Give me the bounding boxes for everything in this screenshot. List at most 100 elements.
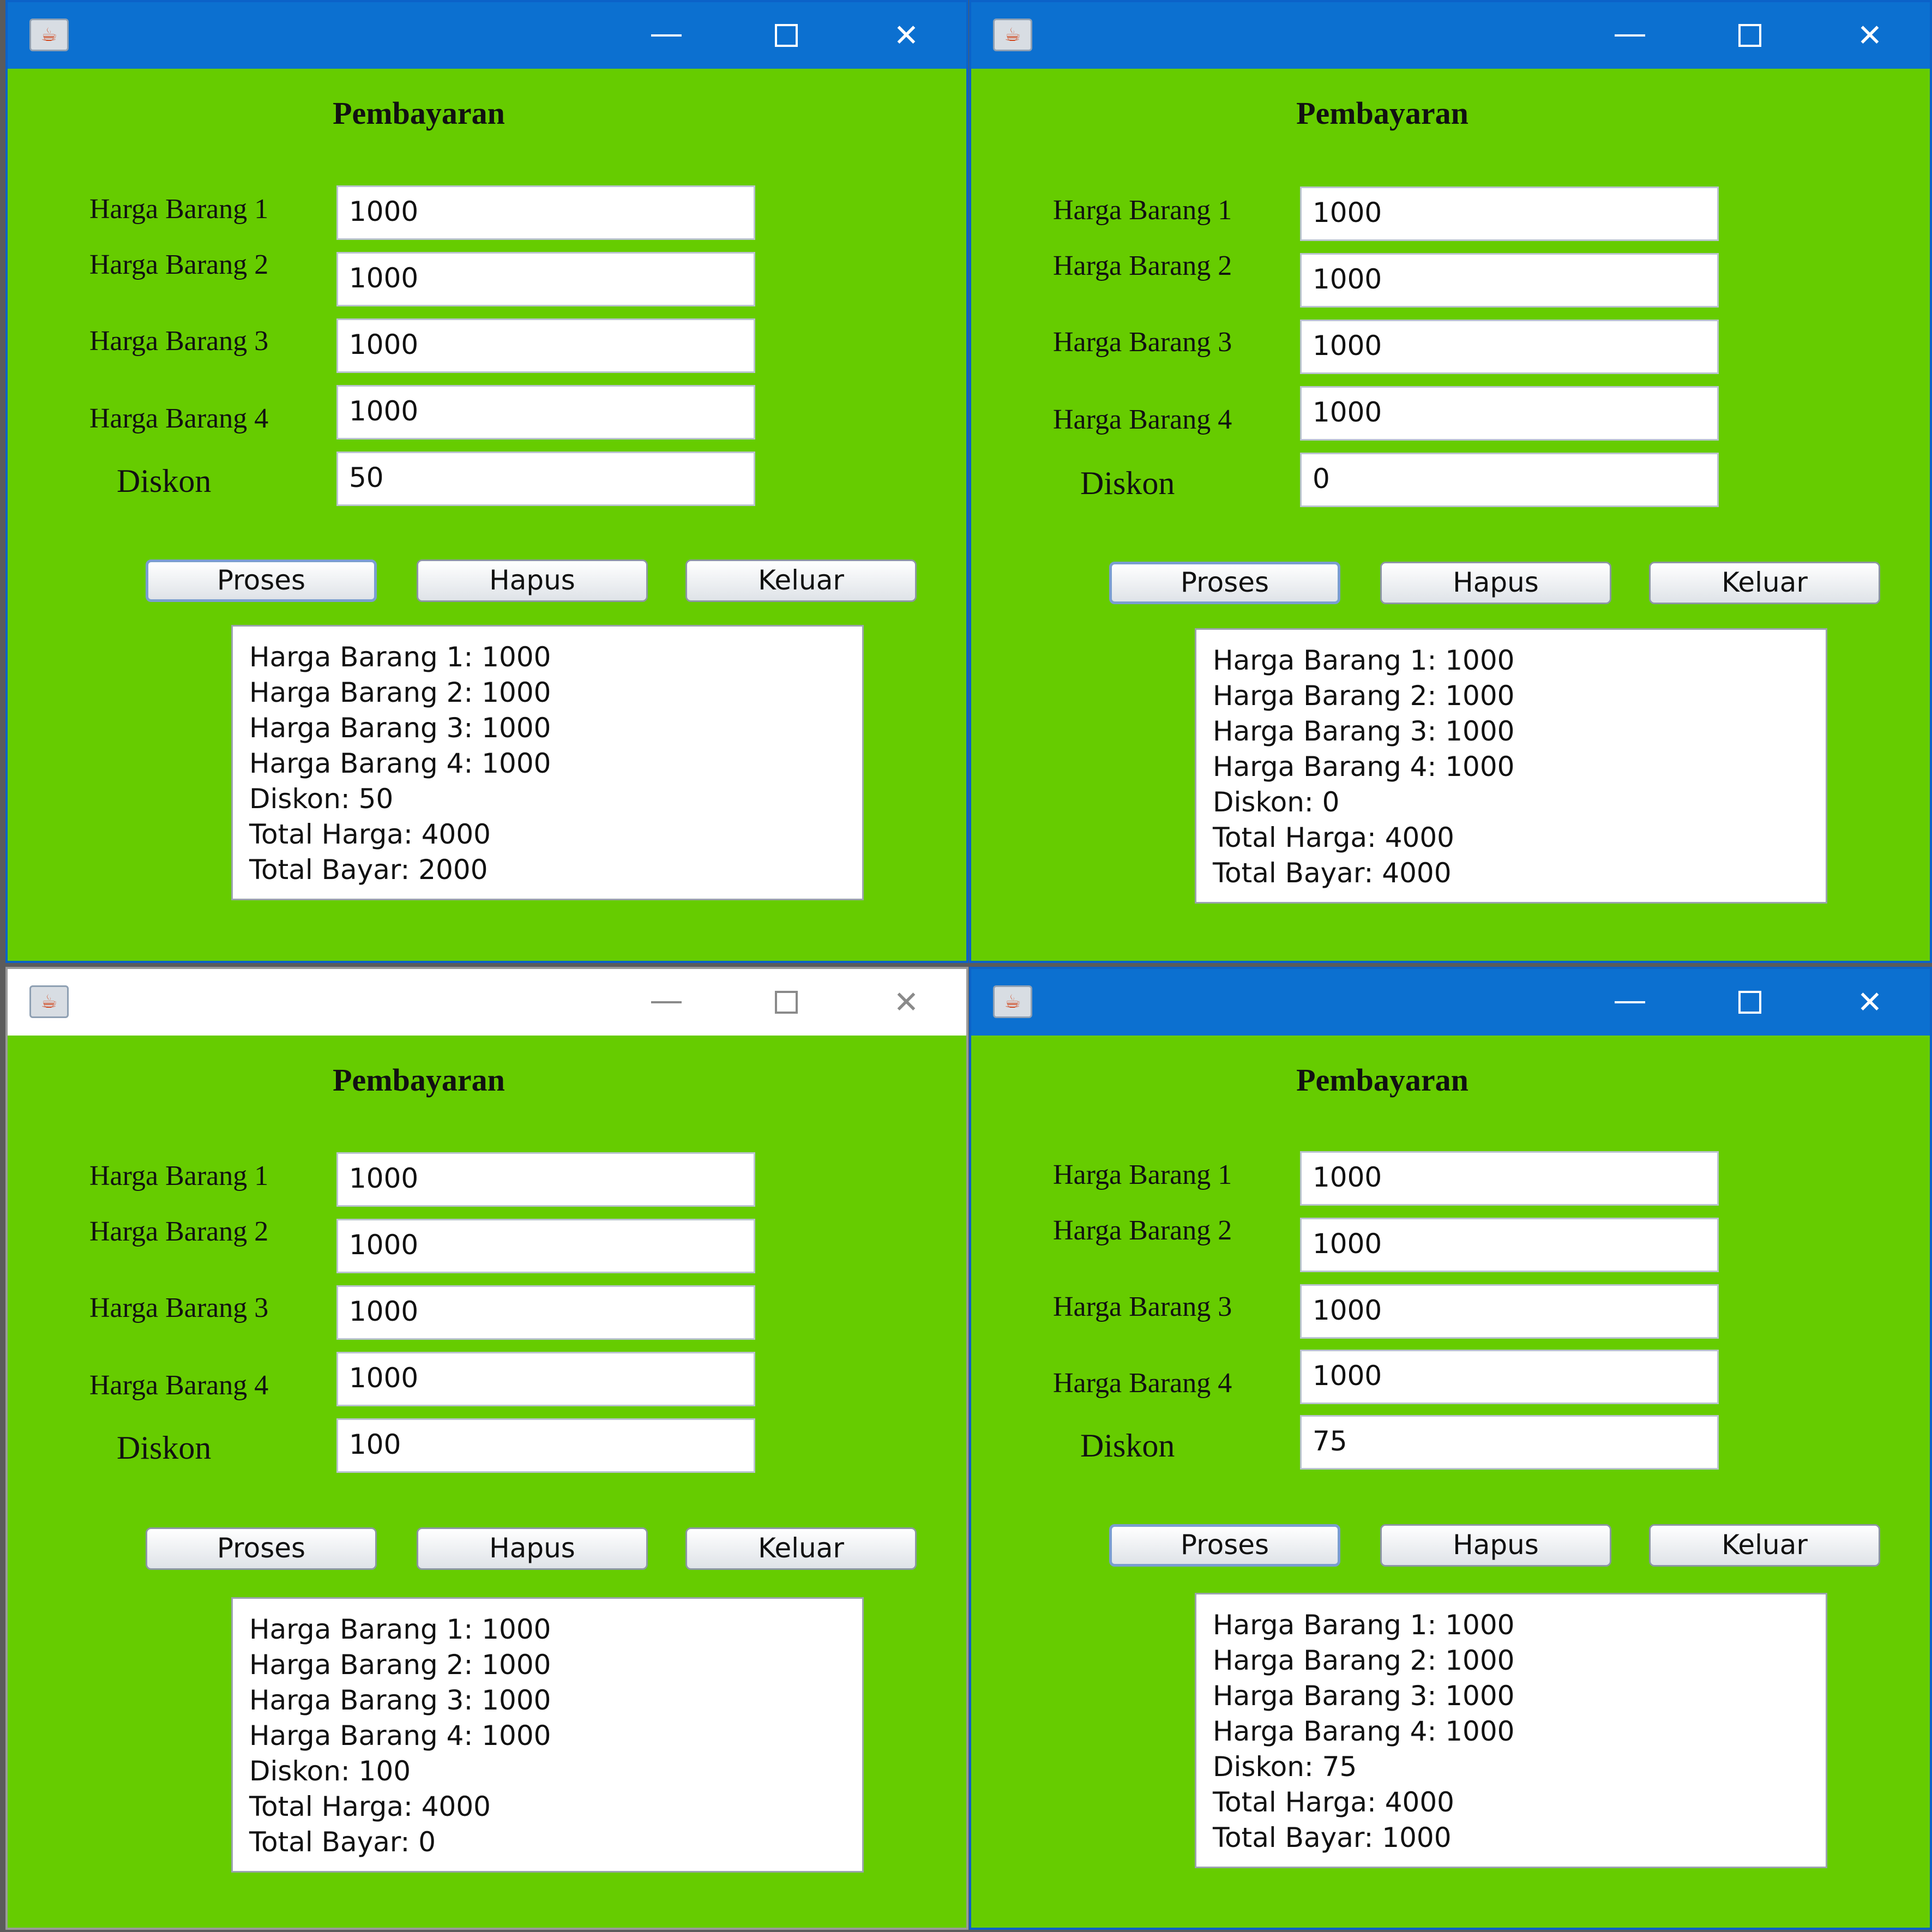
label-item-3: Harga Barang 3	[89, 1292, 269, 1323]
item-1-input[interactable]: 1000	[336, 185, 755, 240]
close-icon: ✕	[1857, 17, 1883, 53]
label-item-4: Harga Barang 4	[1053, 404, 1232, 435]
close-icon: ✕	[893, 17, 919, 53]
maximize-icon	[775, 991, 798, 1014]
clear-button[interactable]: Hapus	[417, 1527, 648, 1570]
payment-window-1: ☕ ✕ Pembayaran Harga Barang 1 Harga Bara…	[5, 0, 968, 963]
minimize-icon	[1615, 1001, 1645, 1003]
maximize-button[interactable]	[726, 2, 846, 69]
close-button[interactable]: ✕	[846, 969, 966, 1036]
minimize-button[interactable]	[1570, 2, 1690, 69]
close-button[interactable]: ✕	[1810, 969, 1930, 1036]
item-1-input[interactable]: 1000	[336, 1152, 755, 1207]
label-item-2: Harga Barang 2	[1053, 1215, 1232, 1246]
item-4-input[interactable]: 1000	[336, 385, 755, 440]
form-panel: Pembayaran Harga Barang 1 Harga Barang 2…	[8, 69, 966, 961]
label-item-4: Harga Barang 4	[89, 1370, 269, 1401]
result-line: Total Harga: 4000	[249, 818, 491, 850]
maximize-button[interactable]	[726, 969, 846, 1036]
minimize-button[interactable]	[1570, 969, 1690, 1036]
result-line: Harga Barang 2: 1000	[1213, 1645, 1515, 1676]
form-panel: Pembayaran Harga Barang 1 Harga Barang 2…	[971, 1036, 1930, 1928]
item-3-input[interactable]: 1000	[336, 1285, 755, 1340]
label-item-2: Harga Barang 2	[1053, 250, 1232, 281]
discount-input[interactable]: 0	[1300, 453, 1719, 507]
item-4-input[interactable]: 1000	[1300, 386, 1719, 441]
exit-button[interactable]: Keluar	[685, 1527, 917, 1570]
result-line: Harga Barang 3: 1000	[1213, 715, 1515, 747]
minimize-button[interactable]	[606, 2, 726, 69]
clear-button[interactable]: Hapus	[417, 559, 648, 602]
item-2-input[interactable]: 1000	[1300, 1218, 1719, 1272]
item-2-input[interactable]: 1000	[336, 252, 755, 306]
result-line: Total Bayar: 2000	[249, 854, 488, 886]
maximize-button[interactable]	[1690, 2, 1810, 69]
item-3-input[interactable]: 1000	[1300, 1284, 1719, 1339]
clear-button[interactable]: Hapus	[1380, 1524, 1611, 1567]
result-textarea[interactable]: Harga Barang 1: 1000 Harga Barang 2: 100…	[1195, 1593, 1827, 1868]
result-line: Total Bayar: 1000	[1213, 1822, 1452, 1853]
process-button[interactable]: Proses	[1109, 562, 1340, 604]
item-3-input[interactable]: 1000	[1300, 320, 1719, 374]
label-item-1: Harga Barang 1	[89, 1160, 269, 1191]
exit-button[interactable]: Keluar	[1649, 1524, 1880, 1567]
label-item-2: Harga Barang 2	[89, 249, 269, 280]
title-bar[interactable]: ☕ ✕	[971, 969, 1930, 1036]
discount-input[interactable]: 50	[336, 452, 755, 506]
label-item-2: Harga Barang 2	[89, 1216, 269, 1247]
result-textarea[interactable]: Harga Barang 1: 1000 Harga Barang 2: 100…	[1195, 628, 1827, 904]
label-item-3: Harga Barang 3	[89, 326, 269, 357]
result-textarea[interactable]: Harga Barang 1: 1000 Harga Barang 2: 100…	[231, 625, 864, 900]
java-cup-icon: ☕	[29, 985, 69, 1018]
process-button[interactable]: Proses	[146, 559, 377, 602]
result-line: Diskon: 75	[1213, 1751, 1357, 1783]
java-cup-icon: ☕	[29, 19, 69, 51]
form-panel: Pembayaran Harga Barang 1 Harga Barang 2…	[8, 1036, 966, 1928]
label-discount: Diskon	[1080, 465, 1175, 501]
title-bar[interactable]: ☕ ✕	[8, 2, 966, 69]
label-item-1: Harga Barang 1	[89, 194, 269, 225]
result-line: Harga Barang 3: 1000	[249, 712, 551, 744]
label-item-4: Harga Barang 4	[89, 403, 269, 434]
discount-input[interactable]: 75	[1300, 1415, 1719, 1470]
result-line: Harga Barang 1: 1000	[249, 641, 551, 673]
process-button[interactable]: Proses	[1109, 1524, 1340, 1567]
item-4-input[interactable]: 1000	[1300, 1350, 1719, 1404]
java-cup-icon: ☕	[993, 19, 1032, 51]
java-cup-icon: ☕	[993, 985, 1032, 1018]
label-item-1: Harga Barang 1	[1053, 195, 1232, 226]
close-button[interactable]: ✕	[846, 2, 966, 69]
title-bar[interactable]: ☕ ✕	[971, 2, 1930, 69]
payment-window-4: ☕ ✕ Pembayaran Harga Barang 1 Harga Bara…	[969, 967, 1932, 1930]
maximize-icon	[1738, 991, 1761, 1014]
minimize-button[interactable]	[606, 969, 726, 1036]
item-2-input[interactable]: 1000	[336, 1219, 755, 1273]
exit-button[interactable]: Keluar	[1649, 562, 1880, 604]
result-line: Harga Barang 1: 1000	[1213, 1609, 1515, 1641]
process-button[interactable]: Proses	[146, 1527, 377, 1570]
item-1-input[interactable]: 1000	[1300, 186, 1719, 241]
maximize-button[interactable]	[1690, 969, 1810, 1036]
label-item-1: Harga Barang 1	[1053, 1159, 1232, 1190]
result-line: Diskon: 100	[249, 1755, 411, 1787]
form-panel: Pembayaran Harga Barang 1 Harga Barang 2…	[971, 69, 1930, 961]
item-4-input[interactable]: 1000	[336, 1352, 755, 1406]
item-1-input[interactable]: 1000	[1300, 1151, 1719, 1206]
clear-button[interactable]: Hapus	[1380, 562, 1611, 604]
minimize-icon	[1615, 34, 1645, 37]
exit-button[interactable]: Keluar	[685, 559, 917, 602]
result-line: Harga Barang 1: 1000	[249, 1614, 551, 1645]
item-2-input[interactable]: 1000	[1300, 253, 1719, 308]
label-discount: Diskon	[117, 1430, 212, 1466]
form-title: Pembayaran	[1296, 95, 1468, 131]
result-textarea[interactable]: Harga Barang 1: 1000 Harga Barang 2: 100…	[231, 1597, 864, 1873]
label-discount: Diskon	[117, 463, 212, 499]
item-3-input[interactable]: 1000	[336, 318, 755, 373]
form-title: Pembayaran	[333, 1062, 505, 1098]
label-item-4: Harga Barang 4	[1053, 1368, 1232, 1399]
discount-input[interactable]: 100	[336, 1418, 755, 1473]
close-button[interactable]: ✕	[1810, 2, 1930, 69]
result-line: Harga Barang 4: 1000	[1213, 1716, 1515, 1747]
title-bar[interactable]: ☕ ✕	[8, 969, 966, 1036]
result-line: Harga Barang 1: 1000	[1213, 645, 1515, 676]
